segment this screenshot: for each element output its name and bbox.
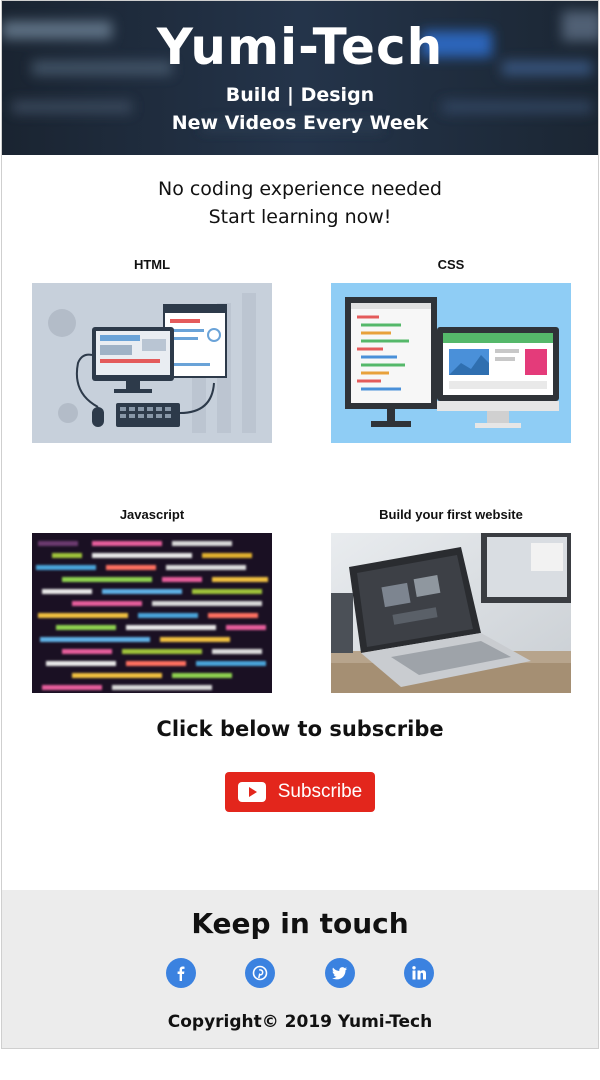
facebook-link[interactable]: [166, 958, 197, 988]
twitter-link[interactable]: [324, 958, 355, 988]
footer-title: Keep in touch: [191, 907, 409, 940]
hero-tagline: Build | Design: [225, 84, 375, 106]
course-card-javascript[interactable]: Javascript: [32, 507, 272, 693]
course-grid: HTML CSS Javascript Build your first web…: [2, 231, 598, 711]
html-illustration[interactable]: [32, 283, 272, 443]
course-card-label: Build your first website: [379, 507, 523, 522]
hero-banner: Yumi-Tech Build | Design New Videos Ever…: [2, 1, 598, 155]
pinterest-link[interactable]: [245, 958, 276, 988]
linkedin-link[interactable]: [403, 958, 434, 988]
course-card-html[interactable]: HTML: [32, 257, 272, 443]
course-card-label: Javascript: [119, 507, 185, 522]
intro-line-1: No coding experience needed: [157, 178, 442, 200]
course-card-css[interactable]: CSS: [331, 257, 571, 443]
pinterest-icon: [253, 965, 268, 981]
facebook-icon: [177, 966, 185, 981]
copyright-text: Copyright© 2019 Yumi-Tech: [167, 1012, 433, 1032]
hero-subtitle: New Videos Every Week: [171, 112, 429, 134]
subscribe-button-label: Subscribe: [277, 781, 363, 802]
course-card-label: HTML: [133, 257, 171, 272]
course-card-build-website[interactable]: Build your first website: [331, 507, 571, 693]
site-title: Yumi-Tech: [156, 18, 444, 76]
course-card-label: CSS: [437, 257, 465, 272]
twitter-icon: [331, 967, 347, 980]
intro-line-2: Start learning now!: [208, 206, 392, 228]
footer: Keep in touch Copyright© 2019 Yumi-Tech: [2, 890, 598, 1048]
youtube-play-icon: [237, 782, 266, 802]
javascript-code-photo[interactable]: [32, 533, 272, 693]
social-links: [2, 958, 598, 990]
page: Yumi-Tech Build | Design New Videos Ever…: [1, 0, 599, 1049]
subscribe-heading: Click below to subscribe: [156, 717, 444, 741]
laptop-photo[interactable]: [331, 533, 571, 693]
youtube-subscribe-button[interactable]: Subscribe: [225, 772, 375, 812]
css-illustration[interactable]: [331, 283, 571, 443]
subscribe-section: Click below to subscribe Subscribe: [2, 714, 598, 812]
intro-text: No coding experience needed Start learni…: [2, 175, 598, 231]
linkedin-icon: [411, 966, 426, 980]
